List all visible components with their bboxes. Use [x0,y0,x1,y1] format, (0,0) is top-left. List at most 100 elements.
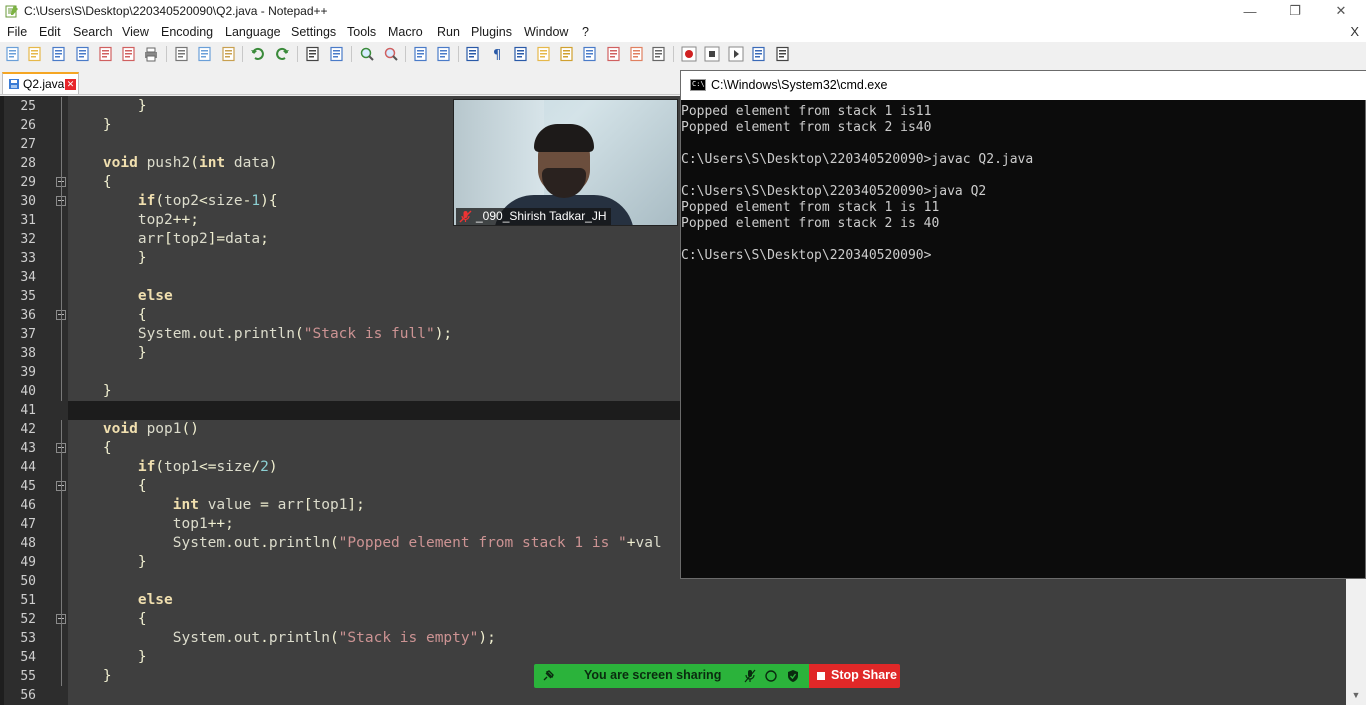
code-line[interactable]: } [68,648,147,667]
code-line[interactable]: if(top1<=size/2) [68,458,278,477]
code-line[interactable]: System.out.println("Stack is full"); [68,325,452,344]
code-line[interactable]: } [68,116,112,135]
video-thumbnail[interactable]: _090_Shirish Tadkar_JH [453,99,678,226]
close-icon[interactable] [98,46,114,62]
tab-q2-java[interactable]: Q2.java ✕ [2,72,79,94]
code-line[interactable]: arr[top2]=data; [68,230,269,249]
cut-icon[interactable] [174,46,190,62]
restore-button[interactable]: ❐ [1272,0,1318,22]
scroll-down-arrow-icon[interactable]: ▼ [1350,690,1362,700]
minimize-button[interactable]: — [1227,0,1273,22]
code-operator: ( [295,326,304,342]
code-identifier: top1 [312,497,348,513]
close-window-button[interactable]: ✕ [1318,0,1364,22]
code-identifier: System [137,326,191,342]
close-document-button[interactable]: X [1350,24,1359,39]
play-macro-icon[interactable] [728,46,744,62]
doc-list-icon[interactable] [606,46,622,62]
print-icon[interactable] [143,46,159,62]
code-line[interactable]: top1++; [68,515,234,534]
mic-icon[interactable] [743,669,757,683]
show-all-chars-icon[interactable]: ¶ [489,46,505,62]
line-number: 56 [20,688,36,703]
code-line[interactable]: } [68,344,147,363]
zoom-out-icon[interactable] [383,46,399,62]
new-file-icon[interactable] [5,46,21,62]
code-line[interactable]: System.out.println("Stack is empty"); [68,629,496,648]
code-line[interactable]: } [68,667,112,686]
code-line[interactable]: { [68,306,147,325]
close-all-icon[interactable] [121,46,137,62]
code-identifier: println [268,630,330,646]
code-line[interactable]: else [68,287,173,306]
code-line[interactable]: } [68,553,147,572]
menu-tools[interactable]: Tools [347,25,376,39]
security-shield-icon[interactable] [786,669,800,683]
code-line[interactable]: top2++; [68,211,199,230]
tab-close-button[interactable]: ✕ [65,79,76,90]
code-line[interactable]: { [68,439,112,458]
save-macro-icon[interactable] [775,46,791,62]
menu-window[interactable]: Window [524,25,568,39]
pin-icon[interactable] [541,669,555,683]
paste-icon[interactable] [221,46,237,62]
copy-icon[interactable] [197,46,213,62]
sharing-status-bar[interactable]: You are screen sharing [534,664,809,688]
indent-guide-icon[interactable] [513,46,529,62]
menu-edit[interactable]: Edit [39,25,61,39]
word-wrap-icon[interactable] [465,46,481,62]
zoom-in-icon[interactable] [359,46,375,62]
code-line[interactable]: int value = arr[top1]; [68,496,365,515]
document-map-icon[interactable] [559,46,575,62]
code-line[interactable]: } [68,249,147,268]
monitoring-icon[interactable] [651,46,667,62]
code-line[interactable]: { [68,477,147,496]
run-macro-multiple-icon[interactable] [751,46,767,62]
find-icon[interactable] [305,46,321,62]
menu-settings[interactable]: Settings [291,25,336,39]
menu-plugins[interactable]: Plugins [471,25,512,39]
menu-file[interactable]: File [7,25,27,39]
replace-icon[interactable] [329,46,345,62]
stop-macro-icon[interactable] [704,46,720,62]
folder-icon[interactable] [629,46,645,62]
menu-view[interactable]: View [122,25,149,39]
save-icon[interactable] [51,46,67,62]
menu-help[interactable]: ? [582,25,589,39]
code-line[interactable]: } [68,382,112,401]
open-file-icon[interactable] [27,46,43,62]
menu-search[interactable]: Search [73,25,113,39]
save-all-icon[interactable] [75,46,91,62]
code-identifier: data [233,155,269,171]
code-line[interactable]: void pop1() [68,420,199,439]
code-line[interactable]: System.out.println("Popped element from … [68,534,662,553]
code-line[interactable]: void push2(int data) [68,154,278,173]
function-list-icon[interactable] [536,46,552,62]
code-line[interactable]: else [68,591,173,610]
cmd-window[interactable]: C:\Windows\System32\cmd.exe Popped eleme… [680,70,1366,579]
code-line[interactable]: { [68,173,112,192]
menu-macro[interactable]: Macro [388,25,423,39]
sync-vertical-icon[interactable] [413,46,429,62]
sync-horizontal-icon[interactable] [436,46,452,62]
cmd-title-bar[interactable]: C:\Windows\System32\cmd.exe [681,71,1366,100]
code-string: "Stack is full" [303,326,435,342]
undo-icon[interactable] [250,46,266,62]
code-line[interactable]: } [68,97,147,116]
code-operator: ); [478,630,496,646]
menu-language[interactable]: Language [225,25,281,39]
code-line[interactable]: { [68,610,147,629]
record-macro-icon[interactable] [681,46,697,62]
redo-icon[interactable] [274,46,290,62]
menu-encoding[interactable]: Encoding [161,25,213,39]
stop-share-button[interactable]: Stop Share [809,664,900,688]
menu-run[interactable]: Run [437,25,460,39]
code-line[interactable]: if(top2<size-1){ [68,192,278,211]
folder-workspace-icon[interactable] [582,46,598,62]
annotate-icon[interactable] [764,669,778,683]
screen-share-bar: You are screen sharing Stop Share [534,664,900,688]
line-number: 38 [20,346,36,361]
cmd-output[interactable]: Popped element from stack 1 is11 Popped e… [681,100,1366,579]
